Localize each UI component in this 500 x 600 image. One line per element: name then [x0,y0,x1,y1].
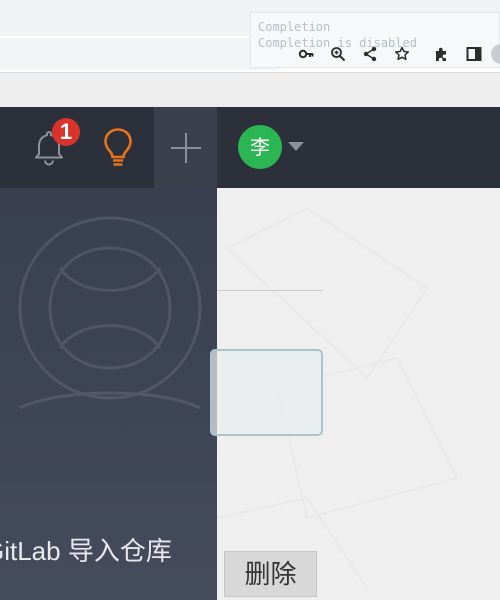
plus-icon [170,132,201,163]
page-top-strip [0,73,500,107]
delete-button[interactable]: 删除 [224,551,317,597]
sidebar-item-gitlab-import[interactable]: GitLab 导入仓库 [0,536,217,566]
tooltip-title: Completion [258,20,331,34]
zoom-icon[interactable] [328,44,348,64]
lightbulb-icon [104,127,132,166]
share-icon[interactable] [360,44,380,64]
key-icon[interactable] [296,44,316,64]
extensions-icon[interactable] [432,44,452,64]
notification-badge: 1 [52,118,80,146]
bookmark-star-icon[interactable] [392,44,412,64]
tips-button[interactable] [94,107,142,188]
sidebar-background-pattern [18,216,202,410]
sidebar-item-label: GitLab 导入仓库 [0,536,172,566]
chevron-down-icon[interactable] [288,142,304,151]
side-panel-icon[interactable] [464,44,484,64]
user-avatar[interactable]: 李 [238,125,282,169]
address-bar[interactable] [0,38,290,70]
create-new-button[interactable] [154,107,217,188]
text-area[interactable] [210,349,323,436]
section-divider [217,290,323,291]
